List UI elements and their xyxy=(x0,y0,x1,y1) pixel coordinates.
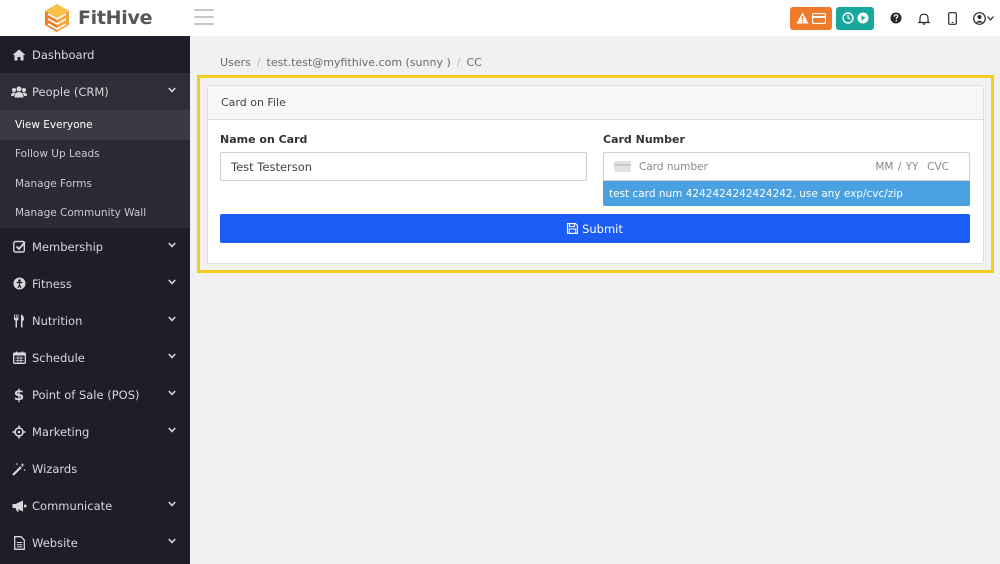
card-header: Card on File xyxy=(208,86,983,120)
breadcrumb-user-link[interactable]: test.test@myfithive.com (sunny ) xyxy=(267,56,451,69)
mobile-icon xyxy=(947,11,957,25)
chevron-down-icon xyxy=(168,353,176,359)
chevron-down-icon xyxy=(168,538,176,544)
play-circle-icon xyxy=(857,12,868,24)
save-icon xyxy=(567,223,579,234)
app-name: FitHive xyxy=(78,7,153,29)
app-logo[interactable]: FitHive xyxy=(42,2,152,34)
sidebar-item-people-crm[interactable]: People (CRM) xyxy=(0,73,190,110)
sidebar-item-membership[interactable]: Membership xyxy=(0,228,190,265)
submit-button[interactable]: Submit xyxy=(220,214,970,243)
chevron-down-icon xyxy=(168,501,176,507)
billing-alert-button[interactable] xyxy=(790,6,832,30)
user-circle-icon xyxy=(972,11,986,25)
card-number-placeholder: Card number xyxy=(639,160,708,173)
menu-toggle-button[interactable] xyxy=(194,9,214,25)
name-on-card-label: Name on Card xyxy=(220,133,308,146)
sidebar-subitem-manage-forms[interactable]: Manage Forms xyxy=(0,169,190,199)
breadcrumb-separator: / xyxy=(256,55,261,69)
sidebar-item-marketing[interactable]: Marketing xyxy=(0,413,190,450)
sidebar-subitem-follow-up-leads[interactable]: Follow Up Leads xyxy=(0,139,190,169)
file-icon xyxy=(11,535,27,551)
sidebar-item-label: Point of Sale (POS) xyxy=(32,387,140,402)
sidebar-item-schedule[interactable]: Schedule xyxy=(0,339,190,376)
test-card-info: test card num 4242424242424242, use any … xyxy=(603,181,970,206)
calendar-icon xyxy=(11,350,27,366)
crosshair-icon xyxy=(11,424,27,440)
magic-wand-icon xyxy=(11,461,27,477)
sidebar-item-label: Website xyxy=(32,535,78,550)
breadcrumb-users-link[interactable]: Users xyxy=(220,56,251,69)
chevron-down-icon xyxy=(168,316,176,322)
check-square-icon xyxy=(11,239,27,255)
warning-icon xyxy=(796,12,809,24)
users-icon xyxy=(11,84,27,100)
submit-label: Submit xyxy=(582,221,623,236)
chevron-down-icon xyxy=(168,279,176,285)
chevron-down-icon xyxy=(168,242,176,248)
credit-card-icon xyxy=(614,161,631,172)
sidebar-subitem-view-everyone[interactable]: View Everyone xyxy=(0,110,190,140)
bell-icon xyxy=(918,13,930,25)
mobile-app-button[interactable] xyxy=(938,6,966,30)
sidebar-item-label: Membership xyxy=(32,239,104,254)
sidebar-item-label: Nutrition xyxy=(32,313,83,328)
breadcrumb-current: CC xyxy=(466,55,482,69)
sidebar-item-nutrition[interactable]: Nutrition xyxy=(0,302,190,339)
utensils-icon xyxy=(11,313,27,329)
help-button[interactable] xyxy=(882,6,910,30)
sidebar-item-website[interactable]: Website xyxy=(0,524,190,561)
card-number-input[interactable]: Card number MM / YY CVC xyxy=(603,152,970,181)
sidebar-item-label: Marketing xyxy=(32,424,90,439)
sidebar-item-dashboard[interactable]: Dashboard xyxy=(0,36,190,73)
card-number-label: Card Number xyxy=(603,133,685,146)
dollar-icon: $ xyxy=(13,385,25,404)
sidebar-item-communicate[interactable]: Communicate xyxy=(0,487,190,524)
timer-button[interactable] xyxy=(836,6,874,30)
top-bar: FitHive xyxy=(0,0,1000,36)
question-circle-icon xyxy=(890,12,902,24)
sidebar-subitem-manage-community-wall[interactable]: Manage Community Wall xyxy=(0,198,190,228)
chevron-down-icon xyxy=(986,15,994,21)
sidebar-item-wizards[interactable]: Wizards xyxy=(0,450,190,487)
sidebar-item-label: Fitness xyxy=(32,276,72,291)
chevron-down-icon xyxy=(168,390,176,396)
home-icon xyxy=(11,47,27,63)
hive-logo-icon xyxy=(45,4,69,32)
fitness-icon xyxy=(11,276,27,292)
sidebar-item-label: People (CRM) xyxy=(32,84,109,99)
credit-card-icon xyxy=(812,12,826,24)
breadcrumb: Users / test.test@myfithive.com (sunny )… xyxy=(220,54,482,70)
megaphone-icon xyxy=(11,498,27,514)
sidebar-item-point-of-sale[interactable]: $ Point of Sale (POS) xyxy=(0,376,190,413)
user-menu-button[interactable] xyxy=(966,6,1000,30)
sidebar-item-label: Communicate xyxy=(32,498,113,513)
clock-icon xyxy=(841,12,854,24)
name-on-card-input[interactable] xyxy=(220,152,587,181)
breadcrumb-separator: / xyxy=(456,55,461,69)
exp-cvc-placeholder: MM / YY CVC xyxy=(875,161,949,173)
card-on-file-panel: Card on File Name on Card Card Number Ca… xyxy=(207,85,984,264)
card-title: Card on File xyxy=(221,96,286,109)
sidebar-item-label: Wizards xyxy=(32,461,78,476)
notifications-button[interactable] xyxy=(910,6,938,30)
sidebar-item-label: Dashboard xyxy=(32,47,95,62)
chevron-down-icon xyxy=(168,427,176,433)
sidebar-item-label: Schedule xyxy=(32,350,85,365)
chevron-down-icon xyxy=(168,87,176,93)
sidebar-item-fitness[interactable]: Fitness xyxy=(0,265,190,302)
sidebar: Dashboard People (CRM) View Everyone Fol… xyxy=(0,36,190,564)
